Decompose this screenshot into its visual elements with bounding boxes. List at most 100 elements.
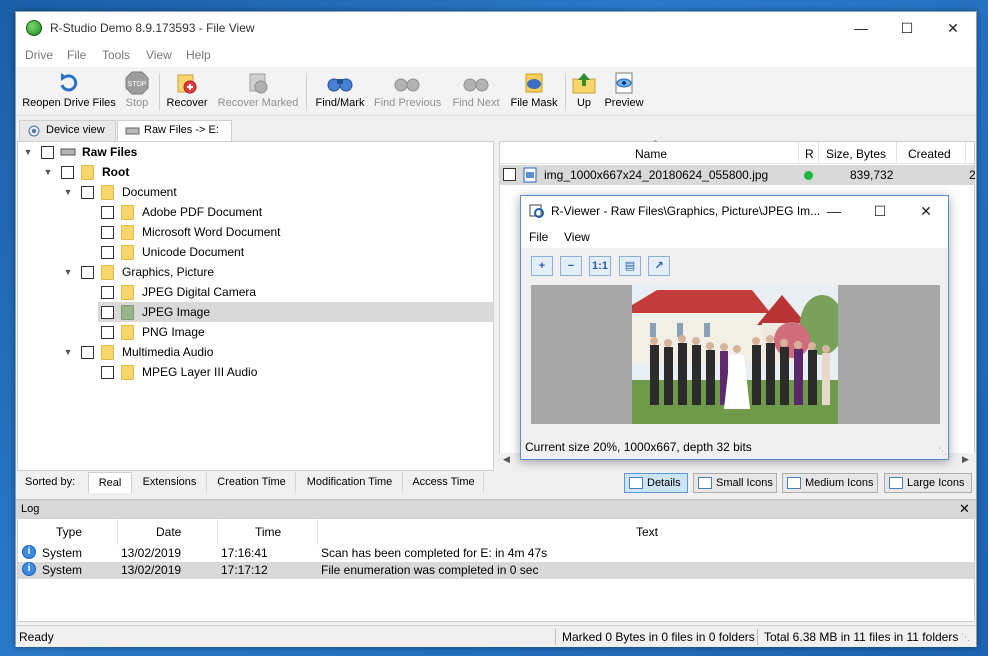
menu-view[interactable]: View <box>146 48 172 62</box>
menu-drive[interactable]: Drive <box>25 48 53 62</box>
scroll-left-icon[interactable]: ◀ <box>503 454 510 465</box>
find-next-button[interactable]: Find Next <box>450 69 502 115</box>
tree-node-unicode[interactable]: Unicode Document <box>18 242 493 262</box>
column-name[interactable]: Name <box>635 147 667 161</box>
log-row[interactable]: i System 13/02/2019 17:17:12 File enumer… <box>18 562 974 579</box>
zoom-out-icon[interactable]: − <box>560 256 582 276</box>
log-column-time[interactable]: Time <box>255 525 281 539</box>
reopen-drive-files-button[interactable]: Reopen Drive Files <box>22 69 116 115</box>
medium-icons-button[interactable]: Medium Icons <box>782 473 878 493</box>
column-divider[interactable] <box>965 142 966 164</box>
tree-node-jpeg-camera[interactable]: JPEG Digital Camera <box>18 282 493 302</box>
details-view-button[interactable]: Details <box>624 473 688 493</box>
tree-checkbox[interactable] <box>81 186 94 199</box>
tree-checkbox[interactable] <box>101 306 114 319</box>
column-created[interactable]: Created <box>908 147 951 161</box>
file-checkbox[interactable] <box>503 168 516 181</box>
info-icon: i <box>22 545 36 559</box>
tree-node-adobe-pdf[interactable]: Adobe PDF Document <box>18 202 493 222</box>
tab-device-view[interactable]: Device view <box>19 120 116 141</box>
viewer-title-bar: R-Viewer - Raw Files\Graphics, Picture\J… <box>521 196 948 226</box>
chevron-down-icon[interactable]: ▼ <box>62 342 74 362</box>
small-icons-button[interactable]: Small Icons <box>693 473 777 493</box>
viewer-minimize-button[interactable]: — <box>811 196 857 226</box>
tree-checkbox[interactable] <box>101 286 114 299</box>
log-column-date[interactable]: Date <box>156 525 181 539</box>
tree-checkbox[interactable] <box>81 346 94 359</box>
fit-window-icon[interactable]: ▤ <box>619 256 641 276</box>
tab-raw-files[interactable]: Raw Files -> E: <box>117 120 232 142</box>
tree-node-root[interactable]: ▼ Root <box>18 162 493 182</box>
column-r[interactable]: R <box>805 147 814 161</box>
minimize-button[interactable]: — <box>838 12 884 44</box>
file-row[interactable]: img_1000x667x24_20180624_055800.jpg 839,… <box>500 165 976 185</box>
mask-icon <box>525 73 543 93</box>
zoom-in-icon[interactable]: + <box>531 256 553 276</box>
resize-grip-icon[interactable]: ⋱ <box>961 632 970 643</box>
menu-tools[interactable]: Tools <box>102 48 130 62</box>
tree-node-mpeg[interactable]: MPEG Layer III Audio <box>18 362 493 382</box>
recover-button[interactable]: Recover <box>164 69 210 115</box>
status-total: Total 6.38 MB in 11 files in 11 folders <box>764 630 959 644</box>
resize-grip-icon[interactable]: ⋱ <box>938 446 947 457</box>
tree-node-document[interactable]: ▼ Document <box>18 182 493 202</box>
find-previous-button[interactable]: Find Previous <box>374 69 441 115</box>
preview-photo <box>632 285 838 424</box>
log-row[interactable]: i System 13/02/2019 17:16:41 Scan has be… <box>18 545 974 562</box>
log-close-icon[interactable]: ✕ <box>959 501 970 517</box>
tree-checkbox[interactable] <box>61 166 74 179</box>
sort-tab-real[interactable]: Real <box>88 472 132 493</box>
column-divider[interactable] <box>217 519 218 545</box>
log-column-text[interactable]: Text <box>636 525 658 539</box>
column-divider[interactable] <box>896 142 897 164</box>
tree-checkbox[interactable] <box>101 226 114 239</box>
tree-node-png[interactable]: PNG Image <box>18 322 493 342</box>
tree-checkbox[interactable] <box>101 326 114 339</box>
log-column-type[interactable]: Type <box>56 525 82 539</box>
column-size[interactable]: Size, Bytes <box>826 147 886 161</box>
tree-checkbox[interactable] <box>81 266 94 279</box>
viewer-menu-view[interactable]: View <box>564 230 590 244</box>
scroll-right-icon[interactable]: ▶ <box>962 454 969 465</box>
tree-checkbox[interactable] <box>101 366 114 379</box>
recover-marked-button[interactable]: Recover Marked <box>216 69 300 115</box>
column-divider[interactable] <box>818 142 819 164</box>
fullscreen-icon[interactable]: ↗ <box>648 256 670 276</box>
folder-icon <box>121 305 134 320</box>
up-button[interactable]: Up <box>571 69 597 115</box>
column-divider[interactable] <box>798 142 799 164</box>
maximize-button[interactable]: ☐ <box>884 12 930 44</box>
tree-node-ms-word[interactable]: Microsoft Word Document <box>18 222 493 242</box>
viewer-menu-file[interactable]: File <box>529 230 548 244</box>
tree-checkbox[interactable] <box>101 246 114 259</box>
tree-node-graphics[interactable]: ▼ Graphics, Picture <box>18 262 493 282</box>
large-icons-button[interactable]: Large Icons <box>884 473 972 493</box>
tree-checkbox[interactable] <box>101 206 114 219</box>
column-divider[interactable] <box>117 519 118 545</box>
menu-file[interactable]: File <box>67 48 86 62</box>
actual-size-button[interactable]: 1:1 <box>589 256 611 276</box>
sort-tab-access-time[interactable]: Access Time <box>404 472 484 493</box>
viewer-menu-bar: File View <box>521 226 948 248</box>
chevron-down-icon[interactable]: ▼ <box>42 162 54 182</box>
tree-node-multimedia[interactable]: ▼ Multimedia Audio <box>18 342 493 362</box>
device-icon <box>28 125 40 137</box>
menu-help[interactable]: Help <box>186 48 211 62</box>
find-mark-button[interactable]: Find/Mark <box>313 69 367 115</box>
chevron-down-icon[interactable]: ▼ <box>62 182 74 202</box>
chevron-down-icon[interactable]: ▼ <box>62 262 74 282</box>
viewer-close-button[interactable]: ✕ <box>903 196 949 226</box>
tree-node-raw-files[interactable]: ▼ Raw Files <box>18 142 493 162</box>
viewer-maximize-button[interactable]: ☐ <box>857 196 903 226</box>
column-divider[interactable] <box>317 519 318 545</box>
sort-tab-modification-time[interactable]: Modification Time <box>297 472 403 493</box>
tree-checkbox[interactable] <box>41 146 54 159</box>
tree-node-jpeg-image[interactable]: JPEG Image <box>98 302 493 322</box>
preview-button[interactable]: Preview <box>602 69 646 115</box>
file-mask-button[interactable]: File Mask <box>510 69 558 115</box>
sort-tab-creation-time[interactable]: Creation Time <box>208 472 296 493</box>
stop-button[interactable]: STOP Stop <box>120 69 154 115</box>
close-button[interactable]: ✕ <box>930 12 976 44</box>
chevron-down-icon[interactable]: ▼ <box>22 142 34 162</box>
sort-tab-extensions[interactable]: Extensions <box>133 472 207 493</box>
